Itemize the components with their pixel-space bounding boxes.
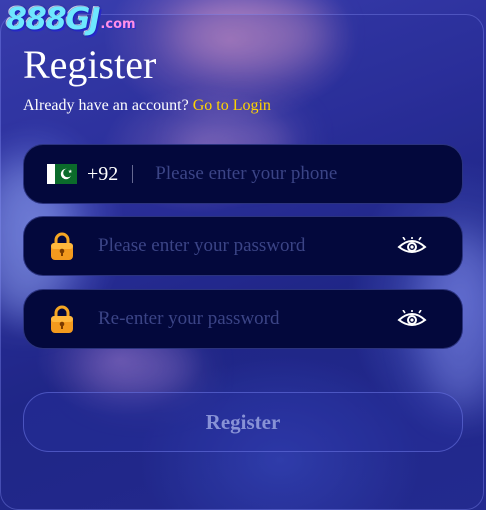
eye-icon[interactable] xyxy=(396,309,428,329)
logo-suffix: .com xyxy=(100,17,136,32)
lock-icon xyxy=(48,304,76,334)
phone-divider xyxy=(132,165,134,183)
brand-logo: 888GJ .com xyxy=(6,2,136,36)
login-prompt-row: Already have an account? Go to Login xyxy=(23,96,271,116)
country-code[interactable]: +92 xyxy=(87,163,118,186)
lock-icon xyxy=(48,231,76,261)
confirm-password-input[interactable] xyxy=(98,308,396,330)
confirm-password-field[interactable] xyxy=(23,289,463,349)
password-input[interactable] xyxy=(98,235,396,257)
eye-icon[interactable] xyxy=(396,236,428,256)
phone-field[interactable]: +92 xyxy=(23,144,463,204)
pakistan-flag-icon xyxy=(47,164,77,184)
go-to-login-link[interactable]: Go to Login xyxy=(193,97,271,114)
password-field[interactable] xyxy=(23,216,463,276)
register-button[interactable]: Register xyxy=(23,392,463,452)
page-title: Register xyxy=(23,42,157,87)
login-prompt-text: Already have an account? xyxy=(23,97,189,114)
logo-text: 888GJ xyxy=(6,2,100,37)
phone-input[interactable] xyxy=(155,163,462,185)
